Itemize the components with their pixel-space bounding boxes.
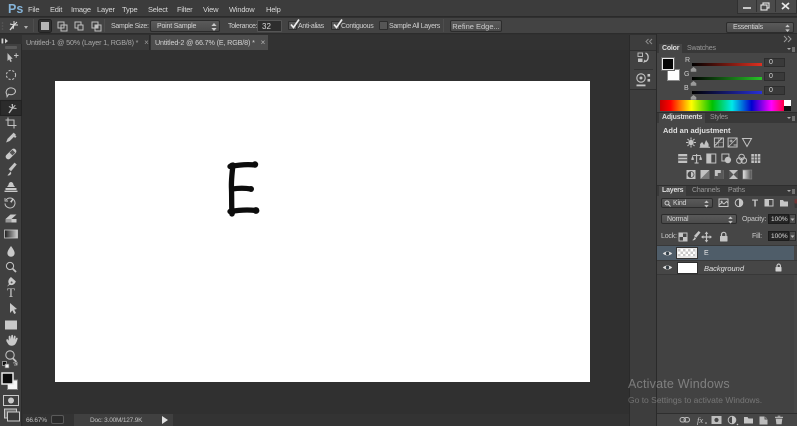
svg-text:fx: fx [697,415,703,425]
svg-text:T: T [752,199,758,210]
svg-text:T: T [7,285,15,300]
